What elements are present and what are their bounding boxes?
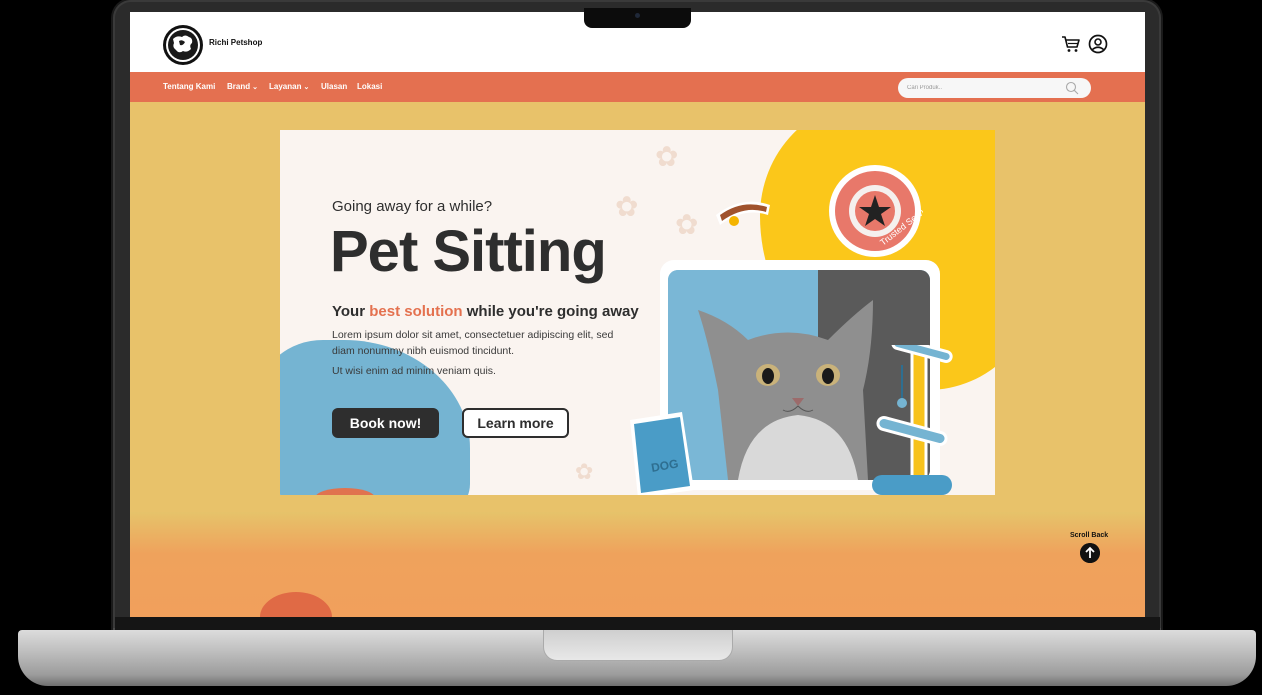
hero-banner: ✿ ✿ ✿ ✿ Going away for a while? Pet Sitt…: [280, 130, 995, 495]
banner-subtitle: Going away for a while?: [332, 198, 493, 215]
nav-label: Lokasi: [357, 82, 383, 91]
globe-logo-icon[interactable]: [163, 25, 203, 65]
nav-item-layanan[interactable]: Layanan ⌄: [269, 82, 309, 91]
paw-icon: ✿: [655, 140, 679, 173]
banner-title: Pet Sitting: [330, 219, 607, 284]
tagline-text: Your: [332, 303, 370, 320]
nav-item-ulasan[interactable]: Ulasan: [321, 82, 347, 91]
banner-tagline: Your best solution while you're going aw…: [332, 303, 639, 320]
laptop-opening-notch: [543, 630, 733, 661]
brand-name[interactable]: Richi Petshop: [209, 38, 262, 47]
search-bar[interactable]: [898, 78, 1091, 98]
paw-icon: ✿: [615, 190, 639, 223]
nav-label: Brand: [227, 82, 251, 91]
pet-collar-icon: [716, 201, 770, 226]
screen-bottom-bezel: [115, 617, 1160, 630]
nav-item-lokasi[interactable]: Lokasi: [357, 82, 382, 91]
cat-tree-icon: [872, 345, 953, 495]
nav-item-brand[interactable]: Brand ⌄: [227, 82, 258, 91]
trusted-service-badge: Trusted Service: [829, 165, 923, 257]
paw-icon: ✿: [675, 208, 699, 241]
book-now-button[interactable]: Book now!: [332, 408, 439, 438]
user-circle-icon[interactable]: [1088, 34, 1108, 54]
arrow-up-icon[interactable]: [1080, 543, 1100, 563]
camera-icon: [635, 13, 640, 18]
tagline-text: while you're going away: [462, 303, 639, 320]
tagline-accent: best solution: [369, 303, 463, 320]
camera-notch: [584, 8, 691, 28]
learn-more-button[interactable]: Learn more: [462, 408, 569, 438]
chevron-down-icon: ⌄: [303, 84, 310, 91]
cart-icon[interactable]: [1061, 35, 1081, 53]
dog-food-bag-icon: DOG: [630, 412, 694, 495]
nav-label: Ulasan: [321, 82, 348, 91]
banner-body-2: Ut wisi enim ad minim veniam quis.: [332, 365, 496, 377]
nav-label: Tentang Kami: [163, 82, 216, 91]
nav-item-tentang-kami[interactable]: Tentang Kami: [163, 82, 215, 91]
chevron-down-icon: ⌄: [252, 84, 258, 91]
scroll-back-label[interactable]: Scroll Back: [1070, 532, 1108, 539]
nav-label: Layanan: [269, 82, 302, 91]
banner-body: Lorem ipsum dolor sit amet, consectetuer…: [332, 329, 614, 357]
search-icon[interactable]: [1065, 81, 1079, 95]
screen: Richi Petshop Tentang Kami Brand ⌄ Layana…: [130, 12, 1145, 617]
search-input[interactable]: [907, 82, 1057, 94]
paw-icon: ✿: [575, 460, 594, 485]
